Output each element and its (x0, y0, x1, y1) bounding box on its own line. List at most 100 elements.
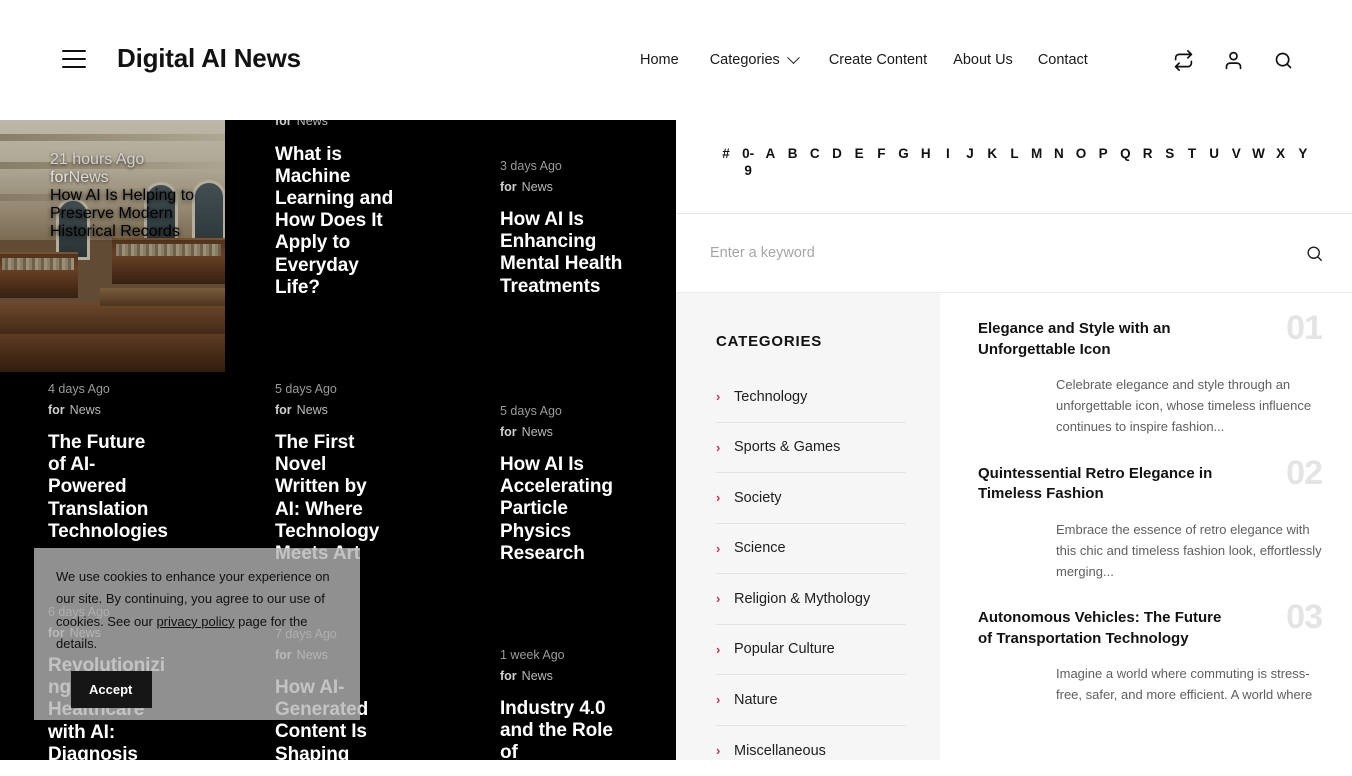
alphabet-filter-item[interactable]: S (1161, 146, 1179, 163)
article-title[interactable]: The Future of AI-Powered Translation Tec… (48, 432, 168, 543)
article-title[interactable]: How AI Is Enhancing Mental Health Treatm… (500, 209, 625, 298)
article-date: 3 days Ago (500, 160, 625, 173)
alphabet-filter-item[interactable]: E (850, 146, 868, 163)
alphabet-filter-item[interactable]: X (1272, 146, 1290, 163)
article-card-featured[interactable]: 21 hours Ago forNews How AI Is Helping t… (0, 120, 225, 372)
category-item[interactable]: ›Science (716, 524, 906, 575)
category-label: Technology (734, 389, 807, 405)
hamburger-icon[interactable] (62, 50, 86, 68)
article-title[interactable]: What is Machine Learning and How Does It… (275, 144, 395, 300)
article-category[interactable]: News (69, 169, 109, 186)
article-title[interactable]: The First Novel Written by AI: Where Tec… (275, 432, 395, 565)
alphabet-filter-item[interactable]: Q (1116, 146, 1134, 163)
chevron-right-icon: › (716, 643, 724, 656)
alphabet-filter-item[interactable]: 0-9 (739, 146, 757, 180)
alphabet-filter-item[interactable]: D (828, 146, 846, 163)
article-title[interactable]: Industry 4.0 and the Role of (500, 698, 625, 760)
article-category[interactable]: News (522, 425, 553, 439)
alphabet-filter-item[interactable]: J (961, 146, 979, 163)
alphabet-filter-item[interactable]: F (872, 146, 890, 163)
alphabet-filter-item[interactable]: T (1183, 146, 1201, 163)
category-item[interactable]: ›Religion & Mythology (716, 574, 906, 625)
article-title[interactable]: How AI Is Helping to Preserve Modern His… (50, 187, 200, 241)
article-category-line: for News (500, 670, 625, 683)
article-title[interactable]: How AI Is Accelerating Particle Physics … (500, 454, 625, 565)
nav-item-categories[interactable]: Categories (710, 48, 798, 72)
ranked-item-number: 03 (1286, 598, 1322, 637)
nav-item-home[interactable]: Home (640, 48, 679, 72)
category-item[interactable]: ›Nature (716, 675, 906, 726)
article-card[interactable]: forNews What is Machine Learning and How… (275, 115, 395, 299)
category-item[interactable]: ›Sports & Games (716, 423, 906, 474)
article-card[interactable]: 5 days Ago forNews The First Novel Writt… (275, 383, 395, 565)
repeat-icon[interactable] (1170, 47, 1196, 73)
article-category[interactable]: News (70, 403, 101, 417)
category-item[interactable]: ›Society (716, 473, 906, 524)
ranked-item-title[interactable]: Autonomous Vehicles: The Future of Trans… (978, 608, 1223, 649)
category-label: Religion & Mythology (734, 591, 870, 607)
category-label: Nature (734, 692, 778, 708)
ranked-item-title[interactable]: Elegance and Style with an Unforgettable… (978, 319, 1223, 360)
article-category-line: forNews (50, 169, 200, 187)
alphabet-filter-item[interactable]: O (1072, 146, 1090, 163)
article-category[interactable]: News (297, 403, 328, 417)
search-icon[interactable] (1270, 47, 1296, 73)
article-category[interactable]: News (522, 669, 553, 683)
article-card[interactable]: 3 days Ago forNews How AI Is Enhancing M… (500, 160, 625, 298)
user-icon[interactable] (1220, 47, 1246, 73)
for-label: for (500, 669, 517, 683)
alphabet-filter-item[interactable]: N (1050, 146, 1068, 163)
category-item[interactable]: ›Miscellaneous (716, 726, 906, 776)
alphabet-filter-item[interactable]: P (1094, 146, 1112, 163)
ranked-article-list: Elegance and Style with an Unforgettable… (940, 293, 1352, 760)
category-item[interactable]: › Technology (716, 372, 906, 423)
right-panel: #0-9ABCDEFGHIJKLMNOPQRSTUVWXY CATEGORIES… (676, 113, 1352, 760)
article-card[interactable]: 1 week Ago forNews Industry 4.0 and the … (500, 649, 625, 760)
for-label: for (50, 169, 69, 186)
category-item[interactable]: ›Popular Culture (716, 625, 906, 676)
article-card[interactable]: 4 days Ago for News The Future of AI-Powe… (48, 383, 168, 543)
search-input[interactable] (710, 245, 1299, 261)
article-category-line: forNews (500, 426, 625, 439)
nav-item-about-us[interactable]: About Us (953, 48, 1013, 72)
alphabet-filter-item[interactable]: I (939, 146, 957, 163)
nav-item-contact[interactable]: Contact (1038, 48, 1088, 72)
alphabet-filter-item[interactable]: L (1005, 146, 1023, 163)
ranked-list-item[interactable]: Quintessential Retro Elegance in Timeles… (940, 464, 1352, 583)
ranked-list-item[interactable]: Autonomous Vehicles: The Future of Trans… (940, 608, 1352, 705)
alphabet-filter-item[interactable]: C (806, 146, 824, 163)
search-submit-button[interactable] (1299, 238, 1329, 268)
header-icon-group (1170, 47, 1296, 73)
alphabet-filter: #0-9ABCDEFGHIJKLMNOPQRSTUVWXY (676, 113, 1352, 214)
ranked-list-item[interactable]: Elegance and Style with an Unforgettable… (940, 319, 1352, 438)
article-category[interactable]: News (522, 180, 553, 194)
nav-item-create-content[interactable]: Create Content (829, 48, 927, 72)
privacy-policy-link[interactable]: privacy policy (156, 614, 234, 629)
article-date: 4 days Ago (48, 383, 168, 396)
cookie-consent-banner: We use cookies to enhance your experienc… (34, 548, 360, 720)
alphabet-filter-item[interactable]: G (895, 146, 913, 163)
article-category-line: forNews (500, 181, 625, 194)
alphabet-filter-item[interactable]: Y (1294, 146, 1312, 163)
article-card[interactable]: 5 days Ago forNews How AI Is Acceleratin… (500, 405, 625, 565)
for-label: for (48, 403, 65, 417)
accept-cookies-button[interactable]: Accept (71, 671, 152, 708)
chevron-right-icon: › (716, 441, 724, 454)
alphabet-filter-item[interactable]: K (983, 146, 1001, 163)
nav-item-categories-label[interactable]: Categories (710, 48, 780, 72)
article-date: 5 days Ago (275, 383, 395, 396)
alphabet-filter-item[interactable]: R (1139, 146, 1157, 163)
alphabet-filter-item[interactable]: V (1227, 146, 1245, 163)
alphabet-filter-item[interactable]: U (1205, 146, 1223, 163)
ranked-item-title[interactable]: Quintessential Retro Elegance in Timeles… (978, 464, 1223, 505)
alphabet-filter-item[interactable]: B (784, 146, 802, 163)
alphabet-filter-item[interactable]: W (1250, 146, 1268, 163)
alphabet-filter-item[interactable]: A (761, 146, 779, 163)
page-title: Digital AI News (117, 43, 301, 74)
chevron-right-icon: › (716, 390, 724, 403)
ranked-item-number: 01 (1286, 309, 1322, 348)
alphabet-filter-item[interactable]: H (917, 146, 935, 163)
chevron-down-icon (787, 51, 800, 64)
alphabet-filter-item[interactable]: # (717, 146, 735, 163)
alphabet-filter-item[interactable]: M (1028, 146, 1046, 163)
